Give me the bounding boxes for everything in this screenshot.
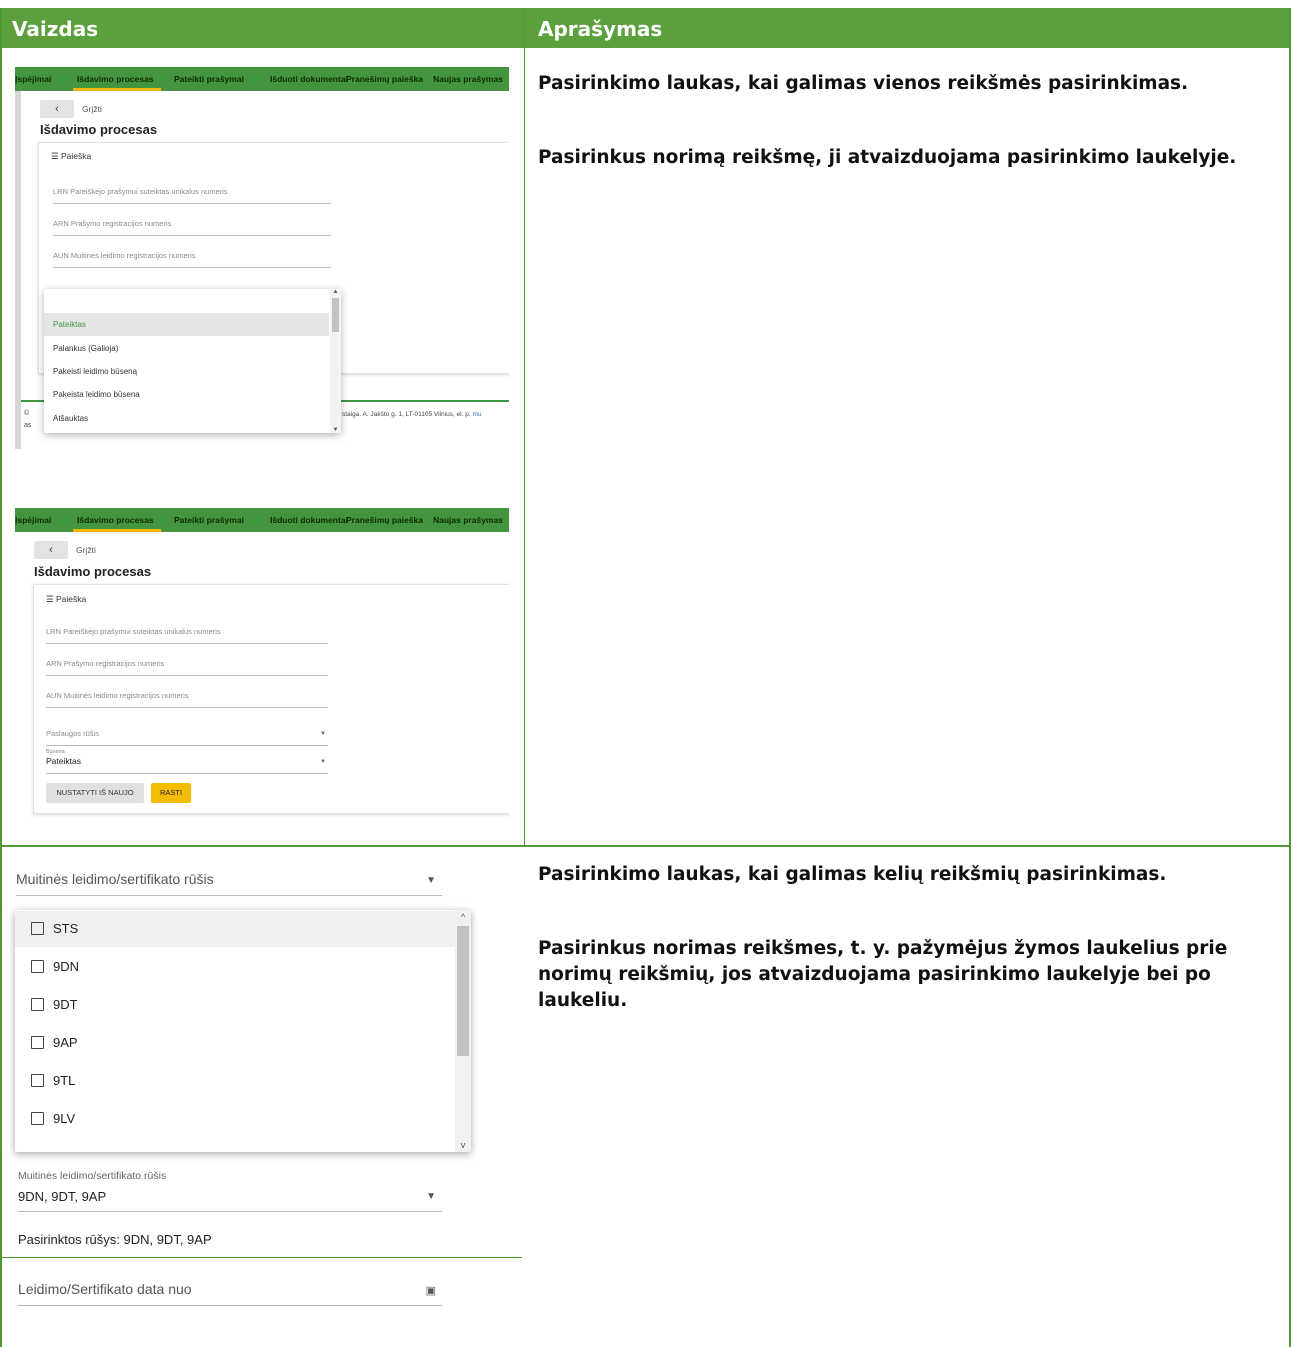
arn-field[interactable]: ARN Prašymo registracijos numeris (46, 659, 328, 676)
dropdown-arrow-icon: ▼ (426, 875, 436, 886)
header-view: Vaizdas (12, 17, 99, 41)
page-title: Išdavimo procesas (34, 564, 152, 579)
nav-item[interactable]: Išduoti dokumentai (270, 74, 348, 84)
header-description: Aprašymas (538, 17, 663, 41)
top-nav: Įspėjimai Išdavimo procesas Pateikti pra… (15, 67, 509, 91)
inner-divider (2, 1257, 522, 1258)
footer-text-left: as (24, 422, 32, 429)
nav-item[interactable]: Įspėjimai (15, 515, 51, 525)
table-header: Vaizdas Aprašymas (0, 8, 1291, 48)
row1-desc-1: Pasirinkimo laukas, kai galimas vienos r… (538, 73, 1189, 94)
dropdown-option[interactable]: Pakeista leidimo būsena (44, 383, 329, 406)
checkbox[interactable] (31, 1036, 44, 1049)
page-title: Išdavimo procesas (40, 122, 158, 137)
filter-icon: ☰ (46, 594, 54, 604)
footer-address: staiga. A. Jakšto g. 1, LT-01105 Vilnius… (342, 411, 482, 418)
option-9dn[interactable]: 9DN (15, 949, 455, 985)
nav-item[interactable]: Pranešimų paieška (346, 74, 423, 84)
search-card: ☰ Paieška LRN Pareiškėjo prašymui suteik… (33, 584, 509, 814)
footer-copyright: © (24, 410, 30, 417)
nav-item[interactable]: Naujas prašymas (433, 515, 503, 525)
screenshot-value-selected: Įspėjimai Išdavimo procesas Pateikti pra… (15, 508, 509, 820)
checkbox[interactable] (31, 922, 44, 935)
checkbox[interactable] (31, 960, 44, 973)
chevron-left-icon: ‹ (49, 544, 53, 556)
nav-item[interactable]: Pranešimų paieška (346, 515, 423, 525)
column-divider (524, 8, 525, 846)
dropdown-scrollbar[interactable]: ^ v (455, 910, 471, 1152)
permit-type-select[interactable]: Muitinės leidimo/sertifikato rūšis ▼ (16, 871, 442, 896)
dropdown-option[interactable]: Pakeisti leidimo būseną (44, 360, 329, 383)
document-table: Vaizdas Aprašymas Pasirinkimo laukas, ka… (0, 0, 1293, 1347)
top-nav: Įspėjimai Išdavimo procesas Pateikti pra… (15, 508, 509, 532)
find-button[interactable]: RASTI (151, 783, 191, 803)
filter-icon: ☰ (51, 151, 59, 161)
scroll-down-icon[interactable]: ▼ (330, 427, 341, 433)
option-sts[interactable]: STS (15, 911, 455, 947)
service-type-select[interactable]: Paslaugos rūšis ▼ (46, 729, 328, 746)
checkbox[interactable] (31, 998, 44, 1011)
nav-item[interactable]: Naujas prašymas (433, 74, 503, 84)
left-rail (15, 91, 21, 449)
back-label: Grįžti (82, 104, 102, 114)
permit-type-label: Muitinės leidimo/sertifikato rūšis (18, 1170, 167, 1182)
arn-field[interactable]: ARN Prašymo registracijos numeris (53, 219, 331, 236)
nav-item-active[interactable]: Išdavimo procesas (77, 74, 154, 84)
option-9dt[interactable]: 9DT (15, 987, 455, 1023)
scroll-up-icon[interactable]: ^ (455, 912, 471, 922)
dropdown-arrow-icon: ▼ (320, 731, 326, 737)
option-9lv[interactable]: 9LV (15, 1101, 455, 1137)
dropdown-option[interactable]: Palankus (Galioja) (44, 337, 329, 360)
selected-types-note: Pasirinktos rūšys: 9DN, 9DT, 9AP (18, 1232, 212, 1247)
checkbox[interactable] (31, 1112, 44, 1125)
dropdown-option[interactable]: Atšauktas (44, 407, 329, 430)
nav-item-active[interactable]: Išdavimo procesas (77, 515, 154, 525)
option-9tl[interactable]: 9TL (15, 1063, 455, 1099)
calendar-icon[interactable]: ▣ (426, 1284, 436, 1297)
permit-type-select-filled[interactable]: 9DN, 9DT, 9AP ▼ (18, 1187, 442, 1212)
nav-item[interactable]: Pateikti prašymai (174, 515, 244, 525)
date-from-field[interactable]: Leidimo/Sertifikato data nuo ▣ (18, 1281, 442, 1306)
row-divider (0, 845, 1291, 847)
table-border-left (0, 8, 2, 1347)
back-button[interactable]: ‹ (40, 100, 74, 118)
nav-item[interactable]: Pateikti prašymai (174, 74, 244, 84)
nav-item[interactable]: Įspėjimai (15, 74, 51, 84)
filter-toggle[interactable]: ☰ Paieška (51, 151, 91, 162)
aun-field[interactable]: AUN Muitinės leidimo registracijos numer… (46, 691, 328, 708)
checkbox[interactable] (31, 1074, 44, 1087)
reset-button[interactable]: NUSTATYTI IŠ NAUJO (46, 783, 144, 803)
filter-toggle[interactable]: ☰ Paieška (46, 594, 86, 605)
lrn-field[interactable]: LRN Pareiškėjo prašymui suteiktas unikal… (53, 187, 331, 204)
status-dropdown[interactable]: Pateiktas Palankus (Galioja) Pakeisti le… (44, 289, 341, 433)
permit-type-dropdown[interactable]: STS 9DN 9DT 9AP 9TL 9LV ^ v (15, 910, 471, 1152)
row2-desc-1: Pasirinkimo laukas, kai galimas kelių re… (538, 864, 1167, 885)
row1-desc-2: Pasirinkus norimą reikšmę, ji atvaizduoj… (538, 147, 1237, 168)
footer-email-link[interactable]: mu (472, 411, 481, 418)
back-label: Grįžti (76, 545, 96, 555)
screenshot-dropdown-open: Įspėjimai Išdavimo procesas Pateikti pra… (15, 67, 509, 449)
dropdown-arrow-icon: ▼ (320, 759, 326, 765)
status-select[interactable]: Būsena Pateiktas ▼ (46, 749, 328, 774)
active-tab-indicator (73, 529, 161, 532)
active-tab-indicator (73, 88, 161, 91)
option-9ap[interactable]: 9AP (15, 1025, 455, 1061)
table-border-right (1289, 8, 1291, 1347)
scroll-down-icon[interactable]: v (455, 1140, 471, 1150)
row2-desc-2: Pasirinkus norimas reikšmes, t. y. pažym… (538, 938, 1228, 1011)
back-button[interactable]: ‹ (34, 541, 68, 559)
scroll-up-icon[interactable]: ▲ (330, 289, 341, 295)
scrollbar-thumb[interactable] (332, 298, 339, 332)
dropdown-option-selected[interactable]: Pateiktas (44, 313, 329, 336)
aun-field[interactable]: AUN Muitinės leidimo registracijos numer… (53, 251, 331, 268)
scrollbar-thumb[interactable] (457, 926, 469, 1056)
nav-item[interactable]: Išduoti dokumentai (270, 515, 348, 525)
dropdown-arrow-icon: ▼ (426, 1191, 436, 1202)
dropdown-scrollbar[interactable]: ▲ ▼ (330, 289, 341, 433)
lrn-field[interactable]: LRN Pareiškėjo prašymui suteiktas unikal… (46, 627, 328, 644)
chevron-left-icon: ‹ (55, 103, 59, 115)
